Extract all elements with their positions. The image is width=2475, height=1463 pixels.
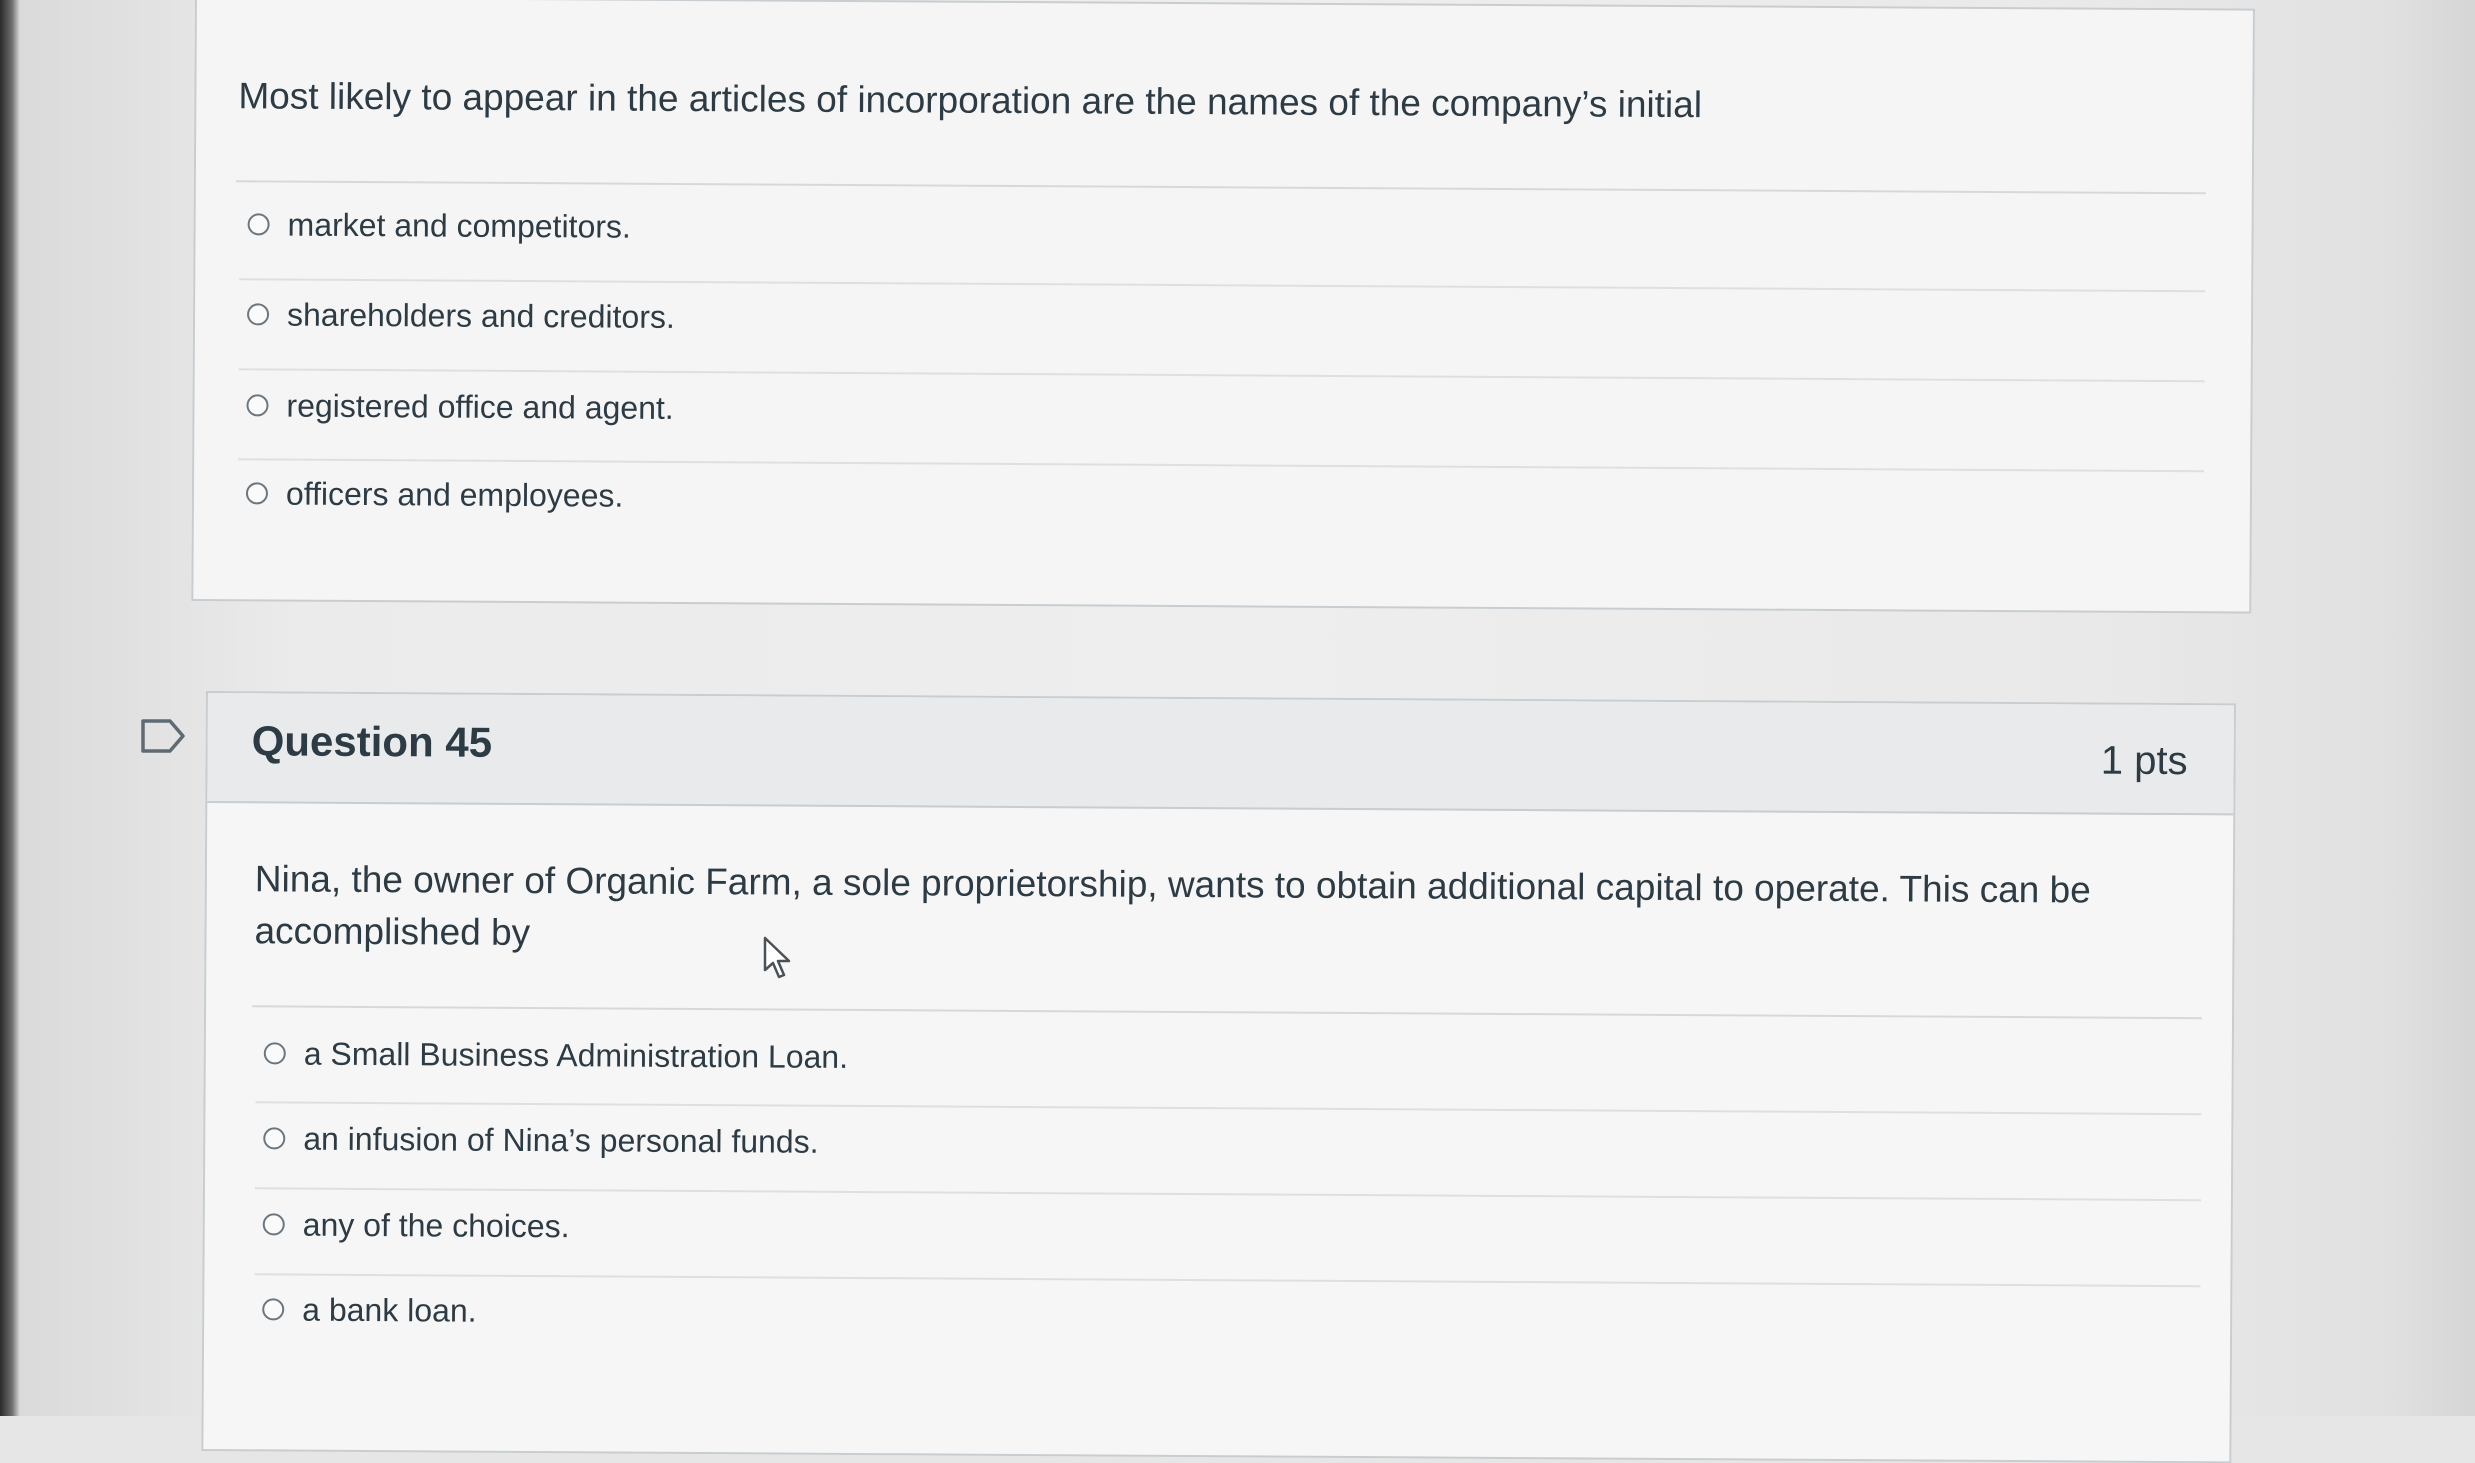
question-points: 1 pts (2100, 738, 2188, 784)
mouse-pointer-icon (763, 936, 791, 979)
answer-label: shareholders and creditors. (286, 296, 675, 335)
answer-label: an infusion of Nina’s personal funds. (303, 1120, 819, 1160)
radio-button-icon[interactable] (246, 303, 270, 326)
answer-option-market-competitors[interactable]: market and competitors. (247, 194, 631, 256)
question-divider (235, 180, 2206, 195)
answer-option-personal-funds[interactable]: an infusion of Nina’s personal funds. (263, 1108, 819, 1171)
answer-label: registered office and agent. (286, 387, 674, 426)
radio-button-icon[interactable] (246, 394, 269, 417)
radio-button-icon[interactable] (245, 482, 269, 505)
screen-edge (0, 0, 20, 1416)
answer-label: a Small Business Administration Loan. (303, 1035, 849, 1075)
answer-option-bank-loan[interactable]: a bank loan. (262, 1279, 477, 1340)
radio-button-icon[interactable] (262, 1213, 285, 1236)
answer-option-officers-employees[interactable]: officers and employees. (245, 463, 624, 525)
radio-button-icon[interactable] (262, 1298, 285, 1321)
answer-divider (254, 1273, 2201, 1288)
answer-option-shareholders-creditors[interactable]: shareholders and creditors. (246, 284, 675, 347)
question-45-card: Question 45 1 pts Nina, the owner of Org… (201, 691, 2236, 1463)
screen-shading (2385, 0, 2475, 1416)
answer-option-any-choices[interactable]: any of the choices. (262, 1194, 570, 1256)
answer-option-sba-loan[interactable]: a Small Business Administration Loan. (263, 1023, 849, 1087)
question-44-text: Most likely to appear in the articles of… (238, 75, 1703, 126)
radio-button-icon[interactable] (263, 1042, 286, 1065)
question-44-card: Most likely to appear in the articles of… (191, 0, 2255, 614)
radio-button-icon[interactable] (263, 1127, 286, 1150)
question-45-text: Nina, the owner of Organic Farm, a sole … (254, 858, 2091, 953)
answer-option-registered-office-agent[interactable]: registered office and agent. (246, 375, 674, 438)
answer-label: officers and employees. (285, 475, 624, 514)
question-divider (252, 1005, 2203, 1020)
question-header: Question 45 1 pts (207, 693, 2234, 816)
answer-label: a bank loan. (302, 1291, 477, 1329)
answer-label: market and competitors. (287, 206, 631, 245)
radio-button-icon[interactable] (247, 213, 270, 236)
answer-label: any of the choices. (302, 1206, 570, 1244)
bookmark-flag-icon[interactable] (140, 718, 186, 754)
question-title: Question 45 (251, 717, 493, 766)
